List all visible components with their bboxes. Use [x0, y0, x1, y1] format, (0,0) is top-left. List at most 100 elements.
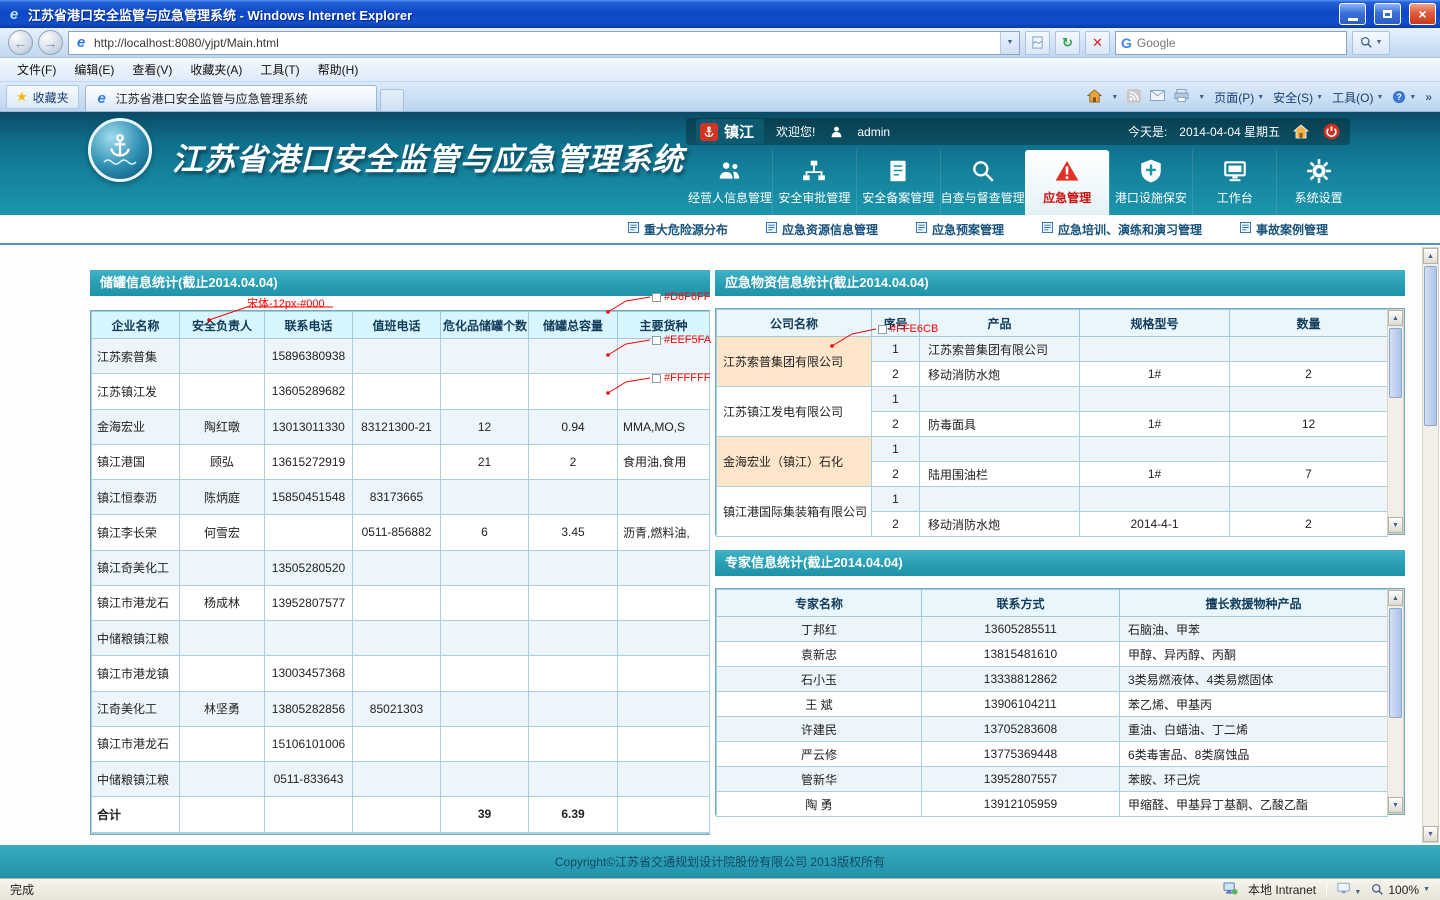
- spec-cell: [1080, 387, 1230, 412]
- scroll-thumb[interactable]: [1389, 608, 1402, 718]
- anchor-icon: [107, 133, 133, 159]
- subnav-item[interactable]: 重大危险源分布: [628, 221, 728, 238]
- table-row: 严云修 13775369448 6类毒害品、8类腐蚀品: [717, 742, 1388, 767]
- expert-name-cell: 石小玉: [717, 667, 922, 692]
- print-dropdown-icon[interactable]: ▼: [1198, 94, 1205, 101]
- experts-scrollbar[interactable]: ▲ ▼: [1387, 589, 1404, 814]
- scroll-thumb[interactable]: [1389, 328, 1402, 398]
- safety-menu-button[interactable]: 安全(S)▼: [1273, 89, 1323, 106]
- address-dropdown-button[interactable]: ▼: [1000, 32, 1019, 54]
- status-text: 完成: [10, 881, 34, 898]
- browser-tab[interactable]: e 江苏省港口安全监管与应急管理系统: [85, 85, 377, 111]
- menu-item[interactable]: 编辑(E): [65, 58, 123, 81]
- forward-button[interactable]: →: [38, 30, 63, 55]
- subnav-item[interactable]: 事故案例管理: [1240, 221, 1328, 238]
- main-nav: 经营人信息管理 安全审批管理 安全备案管理 自查与督查管理: [688, 150, 1360, 215]
- column-header: 规格型号: [1080, 310, 1230, 337]
- company-name-cell: 镇江李长荣: [92, 515, 180, 550]
- scroll-up-button[interactable]: ▲: [1423, 248, 1438, 264]
- help-button[interactable]: ? ▼: [1392, 90, 1416, 104]
- seq-cell: 1: [872, 437, 920, 462]
- menu-item[interactable]: 工具(T): [251, 58, 308, 81]
- nav-item-safety-approval[interactable]: 安全审批管理: [772, 150, 856, 215]
- scroll-thumb[interactable]: [1424, 266, 1437, 426]
- table-header-row: 专家名称 联系方式 擅长救援物种产品: [717, 590, 1388, 617]
- content-scrollbar[interactable]: ▲ ▼: [1422, 247, 1439, 843]
- logout-button[interactable]: [1322, 123, 1340, 141]
- home-button[interactable]: [1087, 89, 1102, 106]
- product-cell: [920, 437, 1080, 462]
- username: admin: [857, 125, 890, 139]
- nav-label: 应急管理: [1043, 189, 1091, 206]
- nav-item-inspection[interactable]: 自查与督查管理: [940, 150, 1025, 215]
- subnav-item[interactable]: 应急预案管理: [916, 221, 1004, 238]
- back-button[interactable]: ←: [8, 30, 33, 55]
- main-content: 储罐信息统计(截止2014.04.04) 企业名称 安全负责人 联系电话 值班电…: [0, 245, 1440, 845]
- user-icon: [827, 123, 845, 141]
- experts-table-body: 丁邦红 13605285511 石脑油、甲苯 袁新忠 13815481610 甲…: [717, 617, 1388, 817]
- tank-count-cell: 39: [441, 797, 529, 832]
- page: e 江苏省港口安全监管与应急管理系统 - Windows Internet Ex…: [0, 0, 1440, 900]
- company-name-cell: 中储粮镇江粮: [92, 762, 180, 797]
- scroll-up-button[interactable]: ▲: [1388, 310, 1403, 326]
- qty-cell: [1230, 387, 1388, 412]
- nav-item-workbench[interactable]: 工作台: [1192, 150, 1276, 215]
- subnav-item[interactable]: 应急资源信息管理: [766, 221, 878, 238]
- url-input[interactable]: [94, 36, 995, 50]
- minimize-button[interactable]: [1339, 3, 1366, 25]
- expert-name-cell: 严云修: [717, 742, 922, 767]
- tools-menu-button[interactable]: 工具(O)▼: [1332, 89, 1383, 106]
- portal-home-button[interactable]: [1292, 123, 1310, 141]
- cargo-cell: [618, 656, 710, 691]
- cargo-cell: [618, 762, 710, 797]
- city-selector[interactable]: 镇江: [696, 119, 764, 144]
- nav-item-port-facility-security[interactable]: 港口设施保安: [1109, 150, 1193, 215]
- subnav-item[interactable]: 应急培训、演练和演习管理: [1042, 221, 1202, 238]
- column-header: 擅长救援物种产品: [1120, 590, 1388, 617]
- seq-cell: 2: [872, 412, 920, 437]
- materials-scrollbar[interactable]: ▲ ▼: [1387, 309, 1404, 534]
- search-button[interactable]: ▼: [1352, 31, 1390, 55]
- menu-item[interactable]: 收藏夹(A): [181, 58, 251, 81]
- search-input[interactable]: [1137, 36, 1341, 50]
- nav-item-emergency-management[interactable]: 应急管理: [1025, 150, 1109, 215]
- read-mail-button[interactable]: [1150, 90, 1165, 104]
- table-row: 管新华 13952807557 苯胺、环己烷: [717, 767, 1388, 792]
- scroll-down-button[interactable]: ▼: [1388, 517, 1403, 533]
- protected-mode-button[interactable]: ▼: [1337, 882, 1361, 897]
- menu-item[interactable]: 文件(F): [8, 58, 65, 81]
- nav-item-safety-filing[interactable]: 安全备案管理: [856, 150, 940, 215]
- table-row: 江苏镇江发 13605289682: [92, 374, 710, 409]
- duty-phone-cell: 83173665: [353, 480, 441, 515]
- compatibility-view-button[interactable]: [1025, 31, 1050, 55]
- address-field[interactable]: e ▼: [68, 31, 1020, 55]
- close-button[interactable]: ×: [1409, 3, 1436, 25]
- table-row: 石小玉 13338812862 3类易燃液体、4类易燃固体: [717, 667, 1388, 692]
- stop-button[interactable]: ✕: [1085, 31, 1110, 55]
- expert-phone-cell: 13705283608: [922, 717, 1120, 742]
- feeds-button[interactable]: [1127, 89, 1141, 106]
- column-header: 安全负责人: [180, 312, 265, 339]
- contact-phone-cell: 13013011330: [265, 409, 353, 444]
- expert-name-cell: 陶 勇: [717, 792, 922, 817]
- print-button[interactable]: [1174, 89, 1189, 105]
- scroll-up-button[interactable]: ▲: [1388, 590, 1403, 606]
- home-dropdown-icon[interactable]: ▼: [1111, 94, 1118, 101]
- restore-button[interactable]: [1374, 3, 1401, 25]
- zoom-button[interactable]: 100% ▼: [1371, 883, 1430, 897]
- cargo-cell: [618, 585, 710, 620]
- nav-item-system-settings[interactable]: 系统设置: [1276, 150, 1360, 215]
- refresh-button[interactable]: ↻: [1055, 31, 1080, 55]
- nav-item-operator-info[interactable]: 经营人信息管理: [688, 150, 772, 215]
- menu-item[interactable]: 帮助(H): [309, 58, 368, 81]
- scroll-down-button[interactable]: ▼: [1423, 826, 1438, 842]
- list-icon: [766, 222, 777, 236]
- org-chart-icon: [800, 157, 828, 185]
- menu-item[interactable]: 查看(V): [123, 58, 181, 81]
- favorites-button[interactable]: ★ 收藏夹: [6, 85, 79, 109]
- scroll-down-button[interactable]: ▼: [1388, 797, 1403, 813]
- overflow-chevron-icon[interactable]: »: [1425, 90, 1432, 104]
- new-tab-button[interactable]: [380, 89, 404, 111]
- search-box[interactable]: G: [1115, 31, 1347, 55]
- page-menu-button[interactable]: 页面(P)▼: [1214, 89, 1264, 106]
